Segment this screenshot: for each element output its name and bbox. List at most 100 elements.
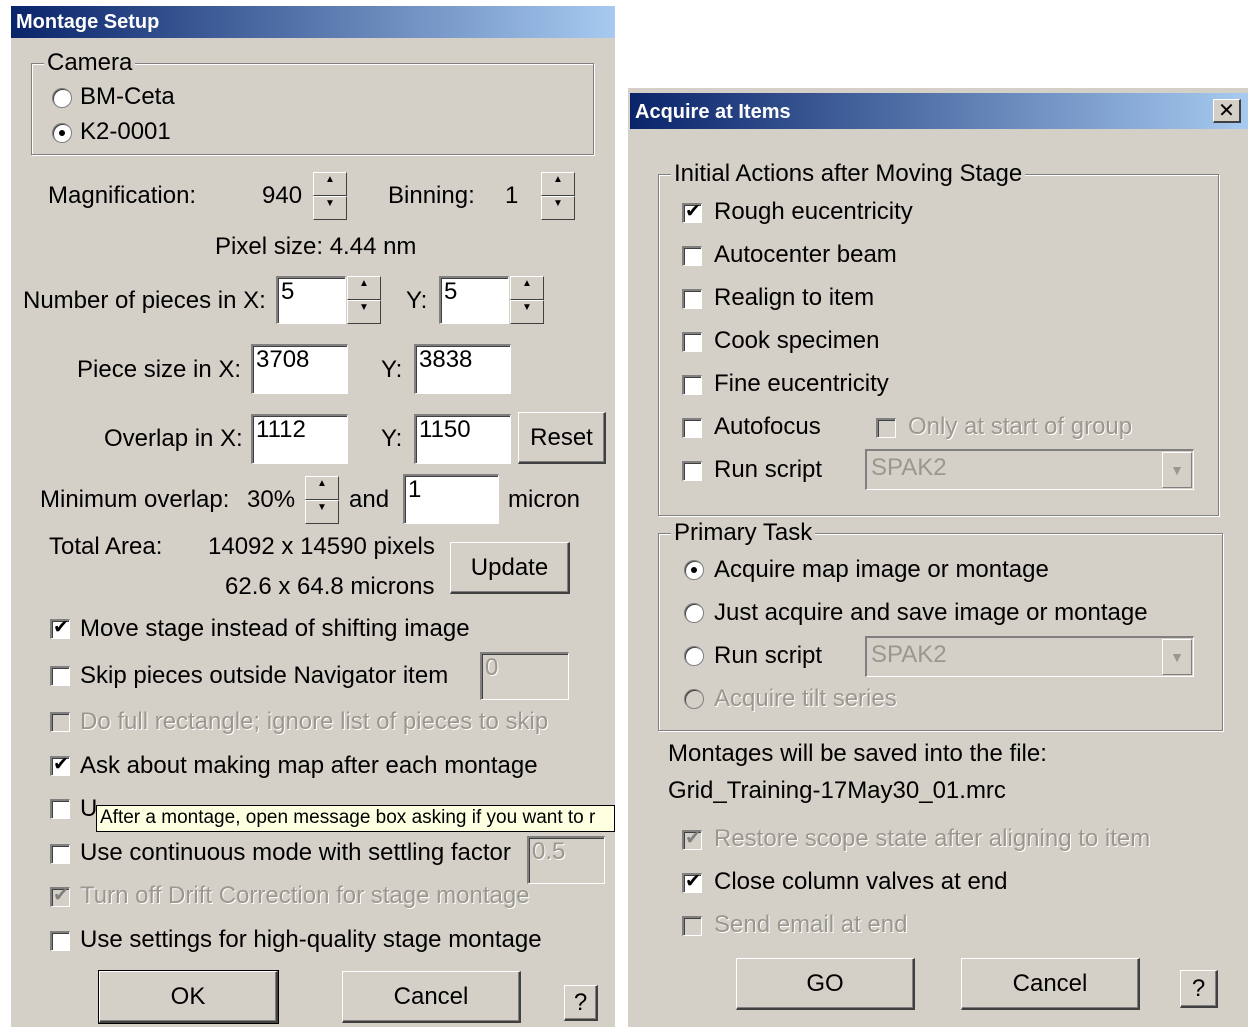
min-overlap-percent: 30% bbox=[247, 486, 296, 513]
montage-title-bar[interactable]: Montage Setup bbox=[11, 6, 615, 38]
continuous-mode-checkbox[interactable] bbox=[50, 844, 70, 864]
piece-size-y-input[interactable]: 3838 bbox=[414, 344, 511, 394]
realign-checkbox[interactable] bbox=[682, 289, 702, 309]
camera-label-k2: K2-0001 bbox=[80, 118, 171, 145]
magnification-value: 940 bbox=[262, 182, 303, 209]
primary-radio-just-acquire[interactable] bbox=[684, 603, 704, 623]
settling-factor-input[interactable]: 0.5 bbox=[527, 836, 605, 884]
ok-button[interactable]: OK bbox=[98, 970, 279, 1024]
down-arrow-icon[interactable]: ▼ bbox=[510, 300, 544, 324]
primary-label-tilt-series: Acquire tilt series bbox=[714, 685, 897, 712]
chevron-down-icon[interactable]: ▼ bbox=[1162, 452, 1192, 488]
chevron-down-icon[interactable]: ▼ bbox=[1162, 639, 1192, 675]
pieces-y-label: Y: bbox=[406, 287, 428, 314]
only-at-start-checkbox[interactable] bbox=[876, 418, 896, 438]
binning-value: 1 bbox=[505, 182, 519, 209]
radio-dot bbox=[59, 130, 65, 136]
down-arrow-icon[interactable]: ▼ bbox=[541, 196, 575, 220]
help-button[interactable]: ? bbox=[564, 985, 598, 1021]
overlap-x-input[interactable]: 1112 bbox=[251, 414, 348, 464]
magnification-spinner[interactable]: ▲ ▼ bbox=[313, 172, 347, 220]
full-rectangle-label: Do full rectangle; ignore list of pieces… bbox=[80, 708, 549, 735]
piece-size-x-input[interactable]: 3708 bbox=[251, 344, 348, 394]
close-icon[interactable]: ✕ bbox=[1213, 99, 1241, 123]
fine-eucentricity-checkbox[interactable] bbox=[682, 375, 702, 395]
binning-spinner[interactable]: ▲ ▼ bbox=[541, 172, 575, 220]
initial-actions-label: Initial Actions after Moving Stage bbox=[671, 160, 1026, 188]
high-quality-checkbox[interactable] bbox=[50, 931, 70, 951]
cook-specimen-label: Cook specimen bbox=[714, 327, 880, 354]
autocenter-beam-checkbox[interactable] bbox=[682, 246, 702, 266]
drift-correction-checkbox[interactable]: ✔ bbox=[50, 884, 70, 907]
rough-eucentricity-checkbox[interactable]: ✔ bbox=[682, 200, 702, 223]
fine-eucentricity-label: Fine eucentricity bbox=[714, 370, 889, 397]
run-script-checkbox[interactable] bbox=[682, 461, 702, 481]
total-area-microns: 62.6 x 64.8 microns bbox=[225, 573, 435, 600]
check-icon: ✔ bbox=[685, 870, 701, 892]
radio-dot bbox=[691, 567, 697, 573]
check-icon: ✔ bbox=[685, 827, 701, 849]
check-icon: ✔ bbox=[685, 200, 701, 222]
restore-scope-checkbox[interactable]: ✔ bbox=[682, 827, 702, 850]
skip-pieces-checkbox[interactable] bbox=[50, 666, 70, 686]
pixel-size-text: Pixel size: 4.44 nm bbox=[215, 233, 417, 260]
camera-radio-bm-ceta[interactable] bbox=[52, 88, 72, 108]
pieces-y-input[interactable]: 5 bbox=[439, 276, 509, 324]
primary-radio-tilt-series[interactable] bbox=[684, 689, 704, 709]
move-stage-checkbox[interactable]: ✔ bbox=[50, 616, 70, 639]
down-arrow-icon[interactable]: ▼ bbox=[305, 500, 339, 524]
high-quality-label: Use settings for high-quality stage mont… bbox=[80, 926, 542, 953]
up-arrow-icon[interactable]: ▲ bbox=[313, 172, 347, 196]
camera-group-label: Camera bbox=[44, 49, 136, 77]
autofocus-label: Autofocus bbox=[714, 413, 821, 440]
pieces-y-spinner[interactable]: ▲ ▼ bbox=[510, 276, 544, 324]
min-overlap-micron-input[interactable]: 1 bbox=[403, 474, 499, 524]
up-arrow-icon[interactable]: ▲ bbox=[305, 476, 339, 500]
up-arrow-icon[interactable]: ▲ bbox=[510, 276, 544, 300]
realign-label: Realign to item bbox=[714, 284, 875, 311]
reset-button[interactable]: Reset bbox=[518, 412, 606, 464]
hidden-option-label: U bbox=[80, 795, 98, 822]
check-icon: ✔ bbox=[53, 616, 69, 638]
skip-pieces-label: Skip pieces outside Navigator item bbox=[80, 662, 449, 689]
pieces-x-input[interactable]: 5 bbox=[276, 276, 346, 324]
primary-radio-acquire-map[interactable] bbox=[684, 560, 704, 580]
skip-pieces-input[interactable]: 0 bbox=[480, 652, 569, 700]
full-rectangle-checkbox[interactable] bbox=[50, 712, 70, 732]
down-arrow-icon[interactable]: ▼ bbox=[347, 300, 381, 324]
help-button[interactable]: ? bbox=[1180, 970, 1218, 1008]
primary-label-just-acquire: Just acquire and save image or montage bbox=[714, 599, 1148, 626]
overlap-y-label: Y: bbox=[381, 425, 403, 452]
camera-radio-k2[interactable] bbox=[52, 123, 72, 143]
cook-specimen-checkbox[interactable] bbox=[682, 332, 702, 352]
update-button[interactable]: Update bbox=[450, 542, 570, 594]
binning-label: Binning: bbox=[388, 182, 475, 209]
cancel-button[interactable]: Cancel bbox=[961, 958, 1140, 1010]
ask-map-checkbox[interactable]: ✔ bbox=[50, 753, 70, 776]
go-button[interactable]: GO bbox=[736, 958, 915, 1010]
pieces-label: Number of pieces in X: bbox=[23, 287, 266, 314]
piece-size-label: Piece size in X: bbox=[77, 356, 242, 383]
acquire-title-bar[interactable]: Acquire at Items ✕ bbox=[630, 93, 1248, 129]
primary-radio-run-script[interactable] bbox=[684, 646, 704, 666]
overlap-y-input[interactable]: 1150 bbox=[414, 414, 511, 464]
script-select-primary[interactable]: SPAK2 ▼ bbox=[865, 636, 1194, 677]
autofocus-checkbox[interactable] bbox=[682, 418, 702, 438]
hidden-option-checkbox[interactable] bbox=[50, 799, 70, 819]
move-stage-label: Move stage instead of shifting image bbox=[80, 615, 470, 642]
file-name-text: Grid_Training-17May30_01.mrc bbox=[668, 777, 1006, 804]
up-arrow-icon[interactable]: ▲ bbox=[541, 172, 575, 196]
drift-correction-label: Turn off Drift Correction for stage mont… bbox=[80, 882, 530, 909]
down-arrow-icon[interactable]: ▼ bbox=[313, 196, 347, 220]
script-select-initial[interactable]: SPAK2 ▼ bbox=[865, 449, 1194, 490]
run-script-label: Run script bbox=[714, 456, 823, 483]
up-arrow-icon[interactable]: ▲ bbox=[347, 276, 381, 300]
min-overlap-label: Minimum overlap: bbox=[40, 486, 230, 513]
send-email-checkbox[interactable] bbox=[682, 916, 702, 936]
pieces-x-spinner[interactable]: ▲ ▼ bbox=[347, 276, 381, 324]
min-overlap-spinner[interactable]: ▲ ▼ bbox=[305, 476, 339, 524]
cancel-button[interactable]: Cancel bbox=[342, 971, 521, 1023]
close-valves-checkbox[interactable]: ✔ bbox=[682, 870, 702, 893]
autocenter-beam-label: Autocenter beam bbox=[714, 241, 897, 268]
close-valves-label: Close column valves at end bbox=[714, 868, 1008, 895]
